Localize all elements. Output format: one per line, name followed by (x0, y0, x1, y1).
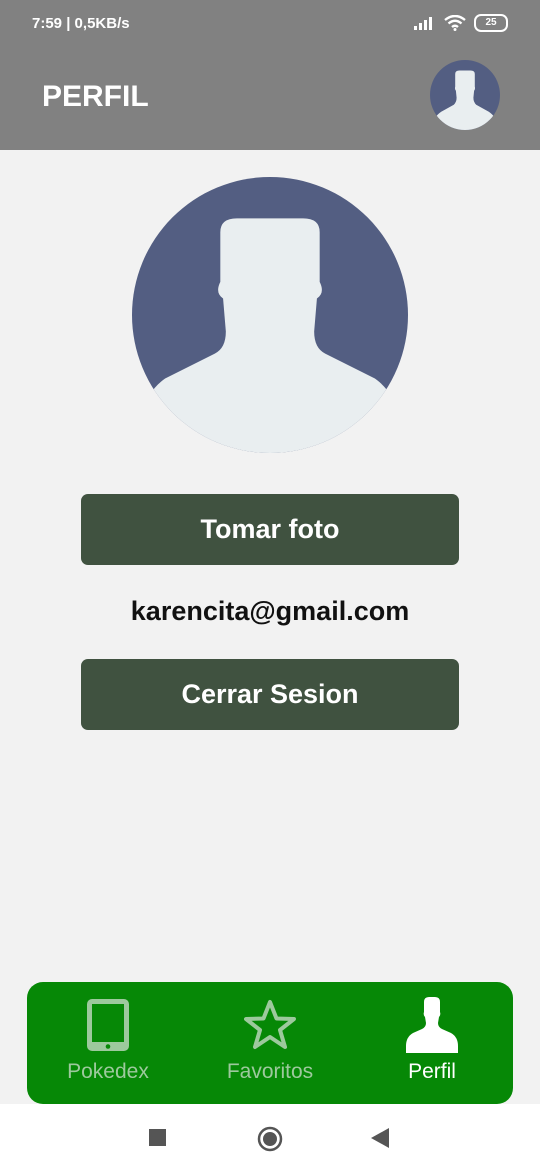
home-icon[interactable] (257, 1126, 283, 1152)
tablet-icon (78, 996, 138, 1054)
system-nav-bar (0, 1104, 540, 1170)
status-icons: 25 (414, 14, 508, 32)
page-title: PERFIL (42, 80, 149, 113)
nav-label-pokedex: Pokedex (67, 1060, 149, 1083)
header-avatar-icon[interactable] (430, 60, 500, 130)
wifi-icon (444, 15, 466, 31)
signal-icon (414, 17, 432, 30)
recent-apps-icon[interactable] (149, 1129, 166, 1146)
app-bar: PERFIL (0, 48, 540, 150)
nav-label-favoritos: Favoritos (226, 1060, 314, 1083)
back-icon[interactable] (371, 1128, 389, 1148)
nav-label-perfil: Perfil (408, 1060, 456, 1083)
status-time-speed: 7:59 | 0,5KB/s (32, 15, 130, 32)
star-icon (240, 996, 300, 1054)
take-photo-button[interactable]: Tomar foto (81, 494, 459, 565)
user-email: karencita@gmail.com (130, 596, 410, 626)
nav-item-pokedex[interactable]: Pokedex (27, 982, 189, 1104)
status-bar: 7:59 | 0,5KB/s 25 (0, 0, 540, 48)
bottom-nav: Pokedex Favoritos Perfil (27, 982, 513, 1104)
battery-icon: 25 (474, 14, 508, 32)
person-icon (402, 996, 462, 1054)
logout-button[interactable]: Cerrar Sesion (81, 659, 459, 730)
nav-item-perfil[interactable]: Perfil (351, 982, 513, 1104)
profile-avatar-icon (132, 177, 408, 453)
nav-item-favoritos[interactable]: Favoritos (189, 982, 351, 1104)
